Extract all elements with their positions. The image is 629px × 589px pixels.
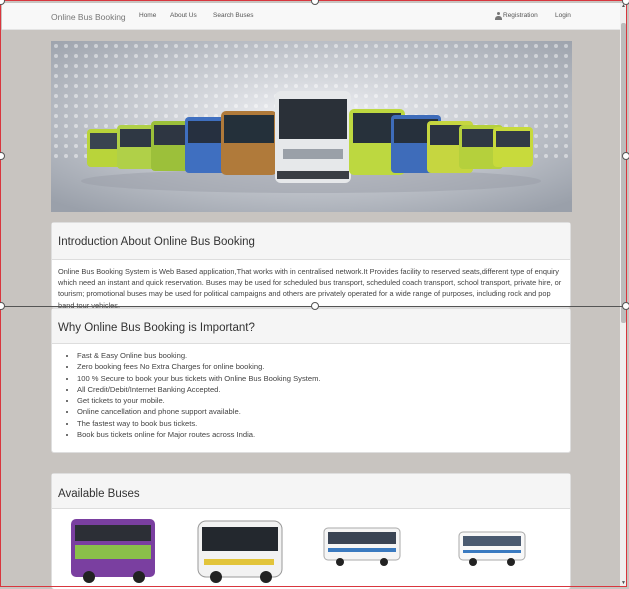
user-icon (495, 12, 502, 20)
why-panel-header: Why Online Bus Booking is Important? (52, 309, 570, 344)
bus-image-1[interactable] (67, 515, 159, 585)
hero-banner-image (51, 41, 572, 212)
bus-image-2[interactable] (194, 515, 286, 585)
vertical-scrollbar[interactable]: ▲ ▼ (620, 3, 627, 587)
list-item: 100 % Secure to book your bus tickets wi… (77, 373, 321, 384)
why-title: Why Online Bus Booking is Important? (58, 322, 255, 334)
list-item: The fastest way to book bus tickets. (77, 418, 321, 429)
nav-home[interactable]: Home (139, 12, 156, 19)
intro-title: Introduction About Online Bus Booking (58, 236, 255, 248)
resize-handle-top-right[interactable] (622, 0, 629, 5)
nav-about-us[interactable]: About Us (170, 12, 197, 19)
nav-search-buses[interactable]: Search Buses (213, 12, 253, 19)
intro-text: Online Bus Booking System is Web Based a… (58, 267, 562, 308)
resize-handle-left-middle[interactable] (0, 302, 5, 310)
scroll-down-icon[interactable]: ▼ (620, 580, 627, 587)
available-panel-header: Available Buses (52, 474, 570, 509)
list-item: Zero booking fees No Extra Charges for o… (77, 361, 321, 372)
intro-panel-header: Introduction About Online Bus Booking (52, 223, 570, 260)
reasons-list: Fast & Easy Online bus booking. Zero boo… (65, 350, 321, 440)
available-buses-panel: Available Buses (51, 473, 571, 589)
list-item: Get tickets to your mobile. (77, 395, 321, 406)
list-item: Fast & Easy Online bus booking. (77, 350, 321, 361)
bus-image-3[interactable] (322, 522, 402, 568)
intro-panel: Introduction About Online Bus Booking On… (51, 222, 571, 308)
scrollbar-thumb[interactable] (621, 23, 626, 323)
brand-link[interactable]: Online Bus Booking (51, 12, 126, 22)
list-item: Book bus tickets online for Major routes… (77, 429, 321, 440)
nav-login[interactable]: Login (555, 12, 571, 19)
why-panel: Why Online Bus Booking is Important? Fas… (51, 308, 571, 453)
top-navbar: Online Bus Booking Home About Us Search … (2, 3, 620, 30)
resize-handle-left-upper[interactable] (0, 152, 5, 160)
resize-handle-right-middle[interactable] (622, 302, 629, 310)
bus-image-4[interactable] (457, 526, 527, 568)
resize-handle-right-upper[interactable] (622, 152, 629, 160)
available-title: Available Buses (58, 488, 140, 500)
list-item: Online cancellation and phone support av… (77, 406, 321, 417)
nav-registration[interactable]: Registration (503, 12, 538, 19)
resize-handle-center[interactable] (311, 302, 319, 310)
list-item: All Credit/Debit/Internet Banking Accept… (77, 384, 321, 395)
